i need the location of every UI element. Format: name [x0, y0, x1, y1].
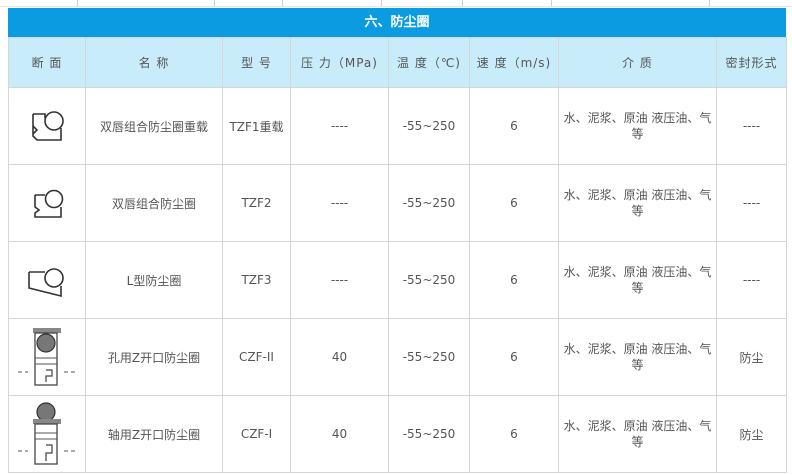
name-cell: 双唇组合防尘圈	[85, 164, 223, 242]
top-tick	[214, 0, 215, 6]
temperature-cell: -55~250	[388, 395, 470, 473]
speed-cell: 6	[469, 395, 559, 473]
model-cell: CZF-I	[222, 395, 291, 473]
name-cell: 双唇组合防尘圈重载	[85, 87, 223, 165]
dust-seal-table: 断 面 名 称 型 号 压 力（MPa) 温 度（℃) 速 度（m/s) 介 质…	[8, 37, 787, 473]
seal-profile-double-lip-heavy-icon	[32, 111, 64, 141]
temperature-cell: -55~250	[388, 87, 470, 165]
model-cell: TZF3	[222, 241, 291, 319]
seal-type-cell: 防尘	[716, 318, 787, 396]
table-row: 双唇组合防尘圈重载 TZF1重载 ---- -55~250 6 水、泥浆、原油 …	[8, 87, 787, 165]
seal-type-cell: ----	[716, 241, 787, 319]
header-name: 名 称	[85, 37, 223, 88]
temperature-cell: -55~250	[388, 164, 470, 242]
model-cell: TZF1重载	[222, 87, 291, 165]
seal-profile-shaft-z-split-icon	[18, 402, 76, 465]
top-tick	[551, 0, 552, 6]
pressure-cell: 40	[290, 318, 389, 396]
name-cell: L型防尘圈	[85, 241, 223, 319]
top-tick	[381, 0, 382, 6]
speed-cell: 6	[469, 318, 559, 396]
section-cell	[8, 87, 86, 165]
speed-cell: 6	[469, 164, 559, 242]
seal-profile-bore-z-split-icon	[18, 328, 76, 386]
top-tick	[282, 0, 283, 6]
temperature-cell: -55~250	[388, 241, 470, 319]
top-tick	[77, 0, 78, 6]
table-row: 双唇组合防尘圈 TZF2 ---- -55~250 6 水、泥浆、原油 液压油、…	[8, 164, 787, 242]
section-cell	[8, 318, 86, 396]
seal-type-cell: 防尘	[716, 395, 787, 473]
pressure-cell: ----	[290, 164, 389, 242]
name-cell: 孔用Z开口防尘圈	[85, 318, 223, 396]
model-cell: CZF-II	[222, 318, 291, 396]
seal-profile-double-lip-icon	[34, 189, 64, 218]
header-seal-type: 密封形式	[716, 37, 787, 88]
top-tick	[462, 0, 463, 6]
medium-cell: 水、泥浆、原油 液压油、气等	[558, 395, 717, 473]
pressure-cell: 40	[290, 395, 389, 473]
seal-profile-l-type-icon	[28, 268, 64, 298]
medium-cell: 水、泥浆、原油 液压油、气等	[558, 241, 717, 319]
pressure-cell: ----	[290, 87, 389, 165]
header-model: 型 号	[222, 37, 291, 88]
speed-cell: 6	[469, 87, 559, 165]
section-cell	[8, 395, 86, 473]
table-row: 轴用Z开口防尘圈 CZF-I 40 -55~250 6 水、泥浆、原油 液压油、…	[8, 395, 787, 473]
header-pressure: 压 力（MPa)	[290, 37, 389, 88]
page: 六、防尘圈 断 面 名 称 型 号 压 力（MPa) 温 度（℃) 速 度（m/…	[0, 0, 792, 475]
table-row: 孔用Z开口防尘圈 CZF-II 40 -55~250 6 水、泥浆、原油 液压油…	[8, 318, 787, 396]
model-cell: TZF2	[222, 164, 291, 242]
medium-cell: 水、泥浆、原油 液压油、气等	[558, 164, 717, 242]
medium-cell: 水、泥浆、原油 液压油、气等	[558, 318, 717, 396]
seal-type-cell: ----	[716, 87, 787, 165]
header-section: 断 面	[8, 37, 86, 88]
section-cell	[8, 241, 86, 319]
header-temperature: 温 度（℃)	[388, 37, 470, 88]
table-row: L型防尘圈 TZF3 ---- -55~250 6 水、泥浆、原油 液压油、气等…	[8, 241, 787, 319]
header-speed: 速 度（m/s)	[469, 37, 559, 88]
medium-cell: 水、泥浆、原油 液压油、气等	[558, 87, 717, 165]
top-tick	[709, 0, 710, 6]
header-row: 断 面 名 称 型 号 压 力（MPa) 温 度（℃) 速 度（m/s) 介 质…	[8, 37, 787, 88]
seal-type-cell: ----	[716, 164, 787, 242]
pressure-cell: ----	[290, 241, 389, 319]
header-medium: 介 质	[558, 37, 717, 88]
speed-cell: 6	[469, 241, 559, 319]
temperature-cell: -55~250	[388, 318, 470, 396]
section-title: 六、防尘圈	[8, 8, 786, 37]
top-rule	[0, 0, 792, 7]
name-cell: 轴用Z开口防尘圈	[85, 395, 223, 473]
section-cell	[8, 164, 86, 242]
